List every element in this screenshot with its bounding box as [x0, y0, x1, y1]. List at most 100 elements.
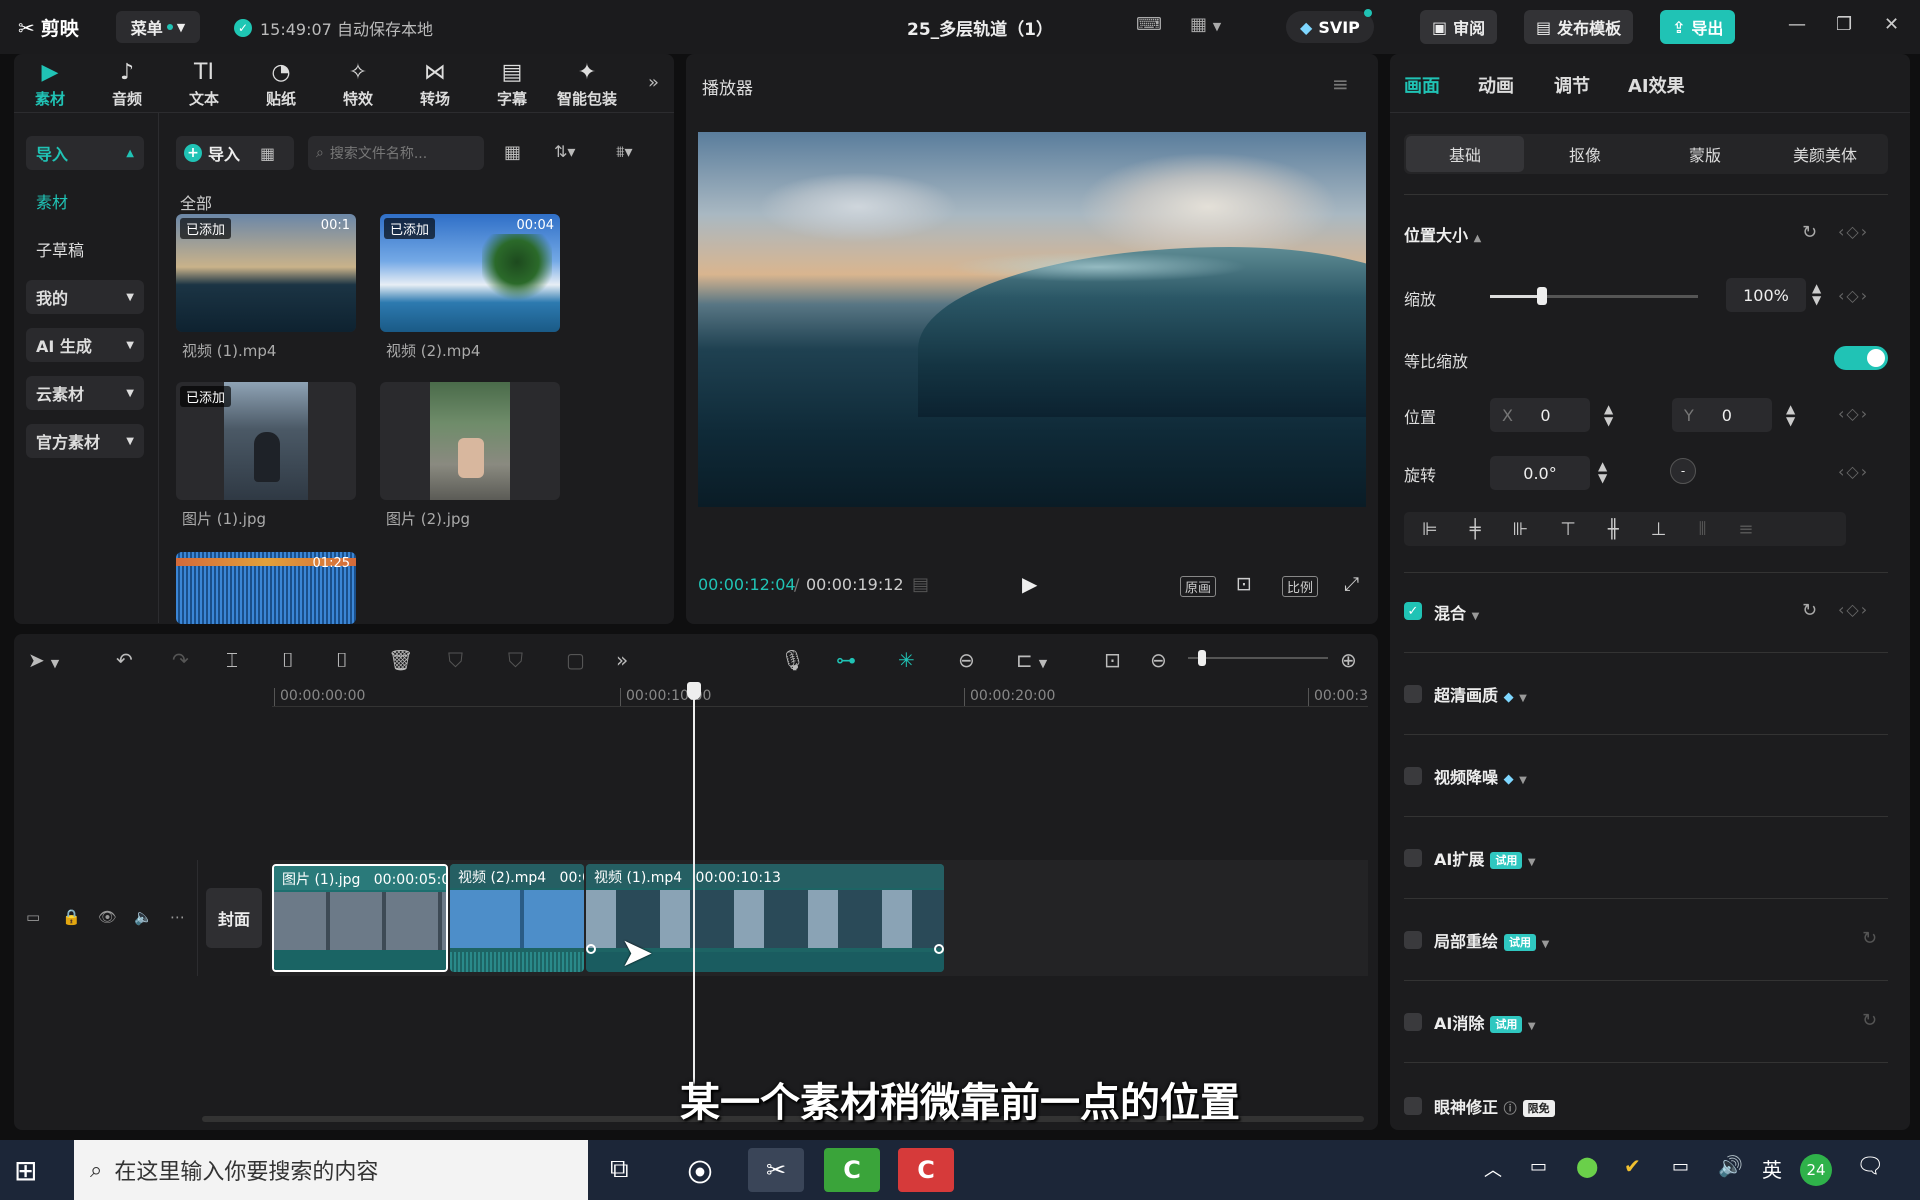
- blend-section[interactable]: 混合 ▼: [1434, 600, 1479, 624]
- fit-timeline-icon[interactable]: ⊡: [1104, 648, 1121, 672]
- tray-network-icon[interactable]: ▭: [1530, 1156, 1547, 1177]
- delete-icon[interactable]: 🗑: [388, 648, 413, 672]
- scale-stepper-icon[interactable]: ▲ ▼: [1812, 282, 1821, 306]
- zoom-slider[interactable]: [1188, 650, 1328, 666]
- sidebar-item-mine[interactable]: 我的 ▼: [26, 280, 144, 314]
- task-view-icon[interactable]: ⧉: [610, 1154, 629, 1185]
- undo-icon[interactable]: ↶: [116, 648, 133, 672]
- microphone-icon[interactable]: 🎙: [780, 648, 805, 672]
- clip-trim-handle-right[interactable]: [934, 944, 944, 954]
- inpaint-option[interactable]: 局部重绘 试用 ▼: [1434, 928, 1549, 952]
- rotation-stepper-icon[interactable]: ▲ ▼: [1598, 460, 1607, 484]
- tray-check-icon[interactable]: ✔: [1624, 1154, 1641, 1178]
- play-icon[interactable]: ▶: [1022, 572, 1037, 596]
- close-icon[interactable]: ✕: [1884, 14, 1899, 35]
- blend-checkbox[interactable]: ✓: [1404, 602, 1422, 620]
- crop-icon[interactable]: ▢: [566, 648, 585, 672]
- sidebar-item-media[interactable]: 素材: [26, 184, 144, 218]
- taskbar-app-camtasia-green[interactable]: C: [824, 1148, 880, 1192]
- shield-outline-icon[interactable]: ⛉: [508, 648, 523, 672]
- action-center-icon[interactable]: 🗨: [1856, 1154, 1884, 1179]
- restore-icon[interactable]: ❐: [1836, 14, 1852, 35]
- more-tools-icon[interactable]: »: [616, 648, 628, 672]
- hd-quality-checkbox[interactable]: [1404, 685, 1422, 703]
- tab-effects[interactable]: ✧ 特效: [324, 58, 392, 109]
- denoise-checkbox[interactable]: [1404, 767, 1422, 785]
- distribute-h-icon[interactable]: ⦀: [1698, 519, 1706, 540]
- ai-erase-checkbox[interactable]: [1404, 1013, 1422, 1031]
- taskbar-search[interactable]: ⌕ 在这里输入你要搜索的内容: [74, 1140, 588, 1200]
- volume-icon[interactable]: 🔈: [134, 908, 153, 926]
- align-left-icon[interactable]: ⊫: [1422, 519, 1438, 540]
- input-language[interactable]: 英: [1762, 1154, 1782, 1183]
- align-middle-v-icon[interactable]: ╫: [1608, 519, 1619, 540]
- keyframe-icon[interactable]: ‹◇›: [1838, 600, 1869, 619]
- position-x-stepper-icon[interactable]: ▲ ▼: [1604, 403, 1613, 427]
- reset-icon[interactable]: ↻: [1802, 222, 1817, 243]
- tray-chevron-up-icon[interactable]: ︿: [1484, 1156, 1502, 1182]
- ai-erase-option[interactable]: AI消除 试用 ▼: [1434, 1010, 1536, 1034]
- aspect-ratio-button[interactable]: 比例: [1282, 576, 1319, 597]
- ai-expand-checkbox[interactable]: [1404, 849, 1422, 867]
- tab-adjust[interactable]: 调节: [1554, 72, 1590, 98]
- media-item-video-1[interactable]: 已添加 00:1: [176, 214, 356, 332]
- taskbar-app-davinci[interactable]: ⦿: [672, 1148, 728, 1192]
- preview-axis-icon[interactable]: ⊏ ▼: [1016, 648, 1047, 672]
- media-item-image-2[interactable]: [380, 382, 560, 500]
- tab-smart-package[interactable]: ✦ 智能包装: [550, 58, 624, 109]
- keyframe-icon[interactable]: ‹◇›: [1838, 222, 1869, 241]
- playhead-handle[interactable]: [687, 682, 701, 700]
- zoom-out-icon[interactable]: ⊖: [1150, 648, 1167, 672]
- align-bottom-icon[interactable]: ⊥: [1651, 519, 1667, 540]
- subtab-beauty[interactable]: 美颜美体: [1766, 136, 1884, 172]
- help-icon[interactable]: ⓘ: [1504, 1102, 1517, 1117]
- clip-trim-handle-left[interactable]: [586, 944, 596, 954]
- ai-expand-option[interactable]: AI扩展 试用 ▼: [1434, 846, 1536, 870]
- tab-media[interactable]: ▶ 素材: [16, 58, 84, 109]
- eye-correction-checkbox[interactable]: [1404, 1097, 1422, 1115]
- media-item-audio[interactable]: 01:25: [176, 552, 356, 624]
- eye-correction-option[interactable]: 眼神修正 ⓘ 限免: [1434, 1094, 1555, 1118]
- zoom-slider-handle[interactable]: [1198, 650, 1206, 666]
- windows-start-icon[interactable]: ⊞: [14, 1154, 37, 1187]
- sidebar-item-subdraft[interactable]: 子草稿: [26, 232, 144, 266]
- tab-text[interactable]: TI 文本: [170, 58, 238, 109]
- tab-transition[interactable]: ⋈ 转场: [401, 58, 469, 109]
- position-y-input[interactable]: Y0: [1672, 398, 1772, 432]
- clip-video-2[interactable]: 视频 (2).mp4 00:0: [450, 864, 584, 972]
- notification-count-badge[interactable]: 24: [1800, 1154, 1832, 1186]
- keyboard-icon[interactable]: ⌨: [1136, 14, 1162, 35]
- zoom-in-icon[interactable]: ⊕: [1340, 648, 1357, 672]
- sidebar-item-ai-generate[interactable]: AI 生成 ▼: [26, 328, 144, 362]
- menu-button[interactable]: 菜单 ▼: [116, 11, 200, 43]
- scale-slider-handle[interactable]: [1537, 287, 1547, 305]
- taskbar-app-camtasia-red[interactable]: C: [898, 1148, 954, 1192]
- fullscreen-icon[interactable]: ⤢: [1344, 573, 1359, 595]
- scale-slider[interactable]: [1490, 287, 1698, 305]
- layout-icon[interactable]: ▦ ▼: [1190, 14, 1221, 35]
- media-item-image-1[interactable]: 已添加: [176, 382, 356, 500]
- align-top-icon[interactable]: ⊤: [1560, 519, 1576, 540]
- reset-icon[interactable]: ↻: [1862, 1010, 1877, 1031]
- split-right-icon[interactable]: ⌷: [336, 648, 348, 672]
- preview-frame[interactable]: [698, 132, 1366, 507]
- lock-icon[interactable]: 🔒: [62, 908, 81, 926]
- clip-image-1[interactable]: 图片 (1).jpg 00:00:05:0: [272, 864, 448, 972]
- keyframe-icon[interactable]: ‹◇›: [1838, 404, 1869, 423]
- more-tabs-icon[interactable]: »: [648, 72, 659, 93]
- taskbar-search-input[interactable]: 在这里输入你要搜索的内容: [114, 1154, 378, 1186]
- reset-icon[interactable]: ↻: [1802, 600, 1817, 621]
- reset-icon[interactable]: ↻: [1862, 928, 1877, 949]
- cover-button[interactable]: 封面: [206, 888, 262, 948]
- timeline-ruler[interactable]: [272, 682, 1368, 708]
- subtab-cutout[interactable]: 抠像: [1526, 136, 1644, 172]
- link-icon[interactable]: ⊖: [958, 648, 975, 672]
- eye-icon[interactable]: 👁: [98, 908, 117, 926]
- subtab-mask[interactable]: 蒙版: [1646, 136, 1764, 172]
- split-left-icon[interactable]: ⌷: [282, 648, 294, 672]
- tab-ai-effects[interactable]: AI效果: [1628, 72, 1685, 98]
- playhead[interactable]: [687, 682, 701, 1100]
- more-options-icon[interactable]: ⋯: [170, 908, 185, 926]
- sidebar-item-cloud[interactable]: 云素材 ▼: [26, 376, 144, 410]
- minimize-icon[interactable]: —: [1788, 14, 1806, 35]
